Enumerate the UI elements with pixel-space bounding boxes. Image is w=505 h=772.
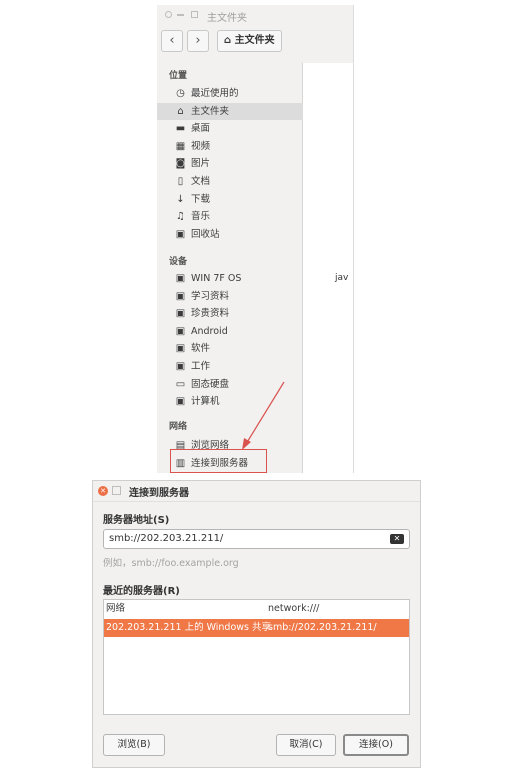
- file-manager-toolbar: ‹ › ⌂ 主文件夹: [157, 27, 353, 59]
- download-icon: ↓: [176, 193, 185, 205]
- drive-icon: ▣: [175, 361, 186, 372]
- drive-icon: ▣: [175, 343, 186, 355]
- sidebar-item-label: WIN 7F OS: [191, 273, 242, 284]
- home-icon: ⌂: [177, 105, 184, 117]
- sidebar-item[interactable]: ◷ 最近使用的: [157, 85, 303, 102]
- sidebar-item[interactable]: ▣ 珍贵资料: [157, 305, 303, 322]
- video-icon: ▦: [175, 140, 186, 152]
- document-icon: ▯: [177, 176, 184, 187]
- back-button[interactable]: ‹: [161, 30, 183, 52]
- drive-icon: ▣: [175, 308, 186, 320]
- camera-icon: ◙: [175, 158, 186, 170]
- section-network: 网络: [169, 422, 188, 432]
- connect-button[interactable]: 连接(O): [343, 734, 409, 756]
- drive-icon: ▣: [175, 290, 186, 302]
- close-icon[interactable]: [165, 11, 172, 18]
- sidebar-item-label: 文档: [191, 176, 211, 187]
- drive-icon: ▣: [175, 273, 186, 284]
- sidebar-item[interactable]: ⌂ 主文件夹: [157, 102, 303, 120]
- recent-servers-list[interactable]: 网络 network:/// 202.203.21.211 上的 Windows…: [103, 599, 410, 715]
- disk-icon: ▭: [175, 378, 186, 390]
- sidebar-item-label: 主文件夹: [191, 105, 230, 117]
- dialog-title: 连接到服务器: [129, 488, 189, 499]
- breadcrumb-home[interactable]: ⌂ 主文件夹: [217, 30, 282, 52]
- file-label[interactable]: jav: [335, 273, 348, 283]
- server-name: 202.203.21.211 上的 Windows 共享: [106, 622, 272, 633]
- sidebar-item-label: 下载: [191, 193, 211, 205]
- sidebar-item-label: 计算机: [191, 396, 220, 408]
- sidebar-item[interactable]: ▣ 学习资料: [157, 288, 303, 305]
- sidebar-item[interactable]: ▬ 桌面: [157, 120, 303, 137]
- chevron-left-icon: ‹: [169, 33, 175, 48]
- sidebar-item-label: 软件: [191, 343, 211, 355]
- annotation-arrow: [242, 381, 285, 450]
- list-item-selected[interactable]: 202.203.21.211 上的 Windows 共享 smb://202.2…: [104, 619, 409, 637]
- sidebar-item[interactable]: ▣ 软件: [157, 340, 303, 357]
- drive-icon: ▣: [175, 325, 186, 337]
- cancel-button[interactable]: 取消(C): [276, 734, 336, 756]
- server-uri: smb://202.203.21.211/: [268, 622, 377, 633]
- sidebar-item-label: 学习资料: [191, 290, 230, 302]
- window-title: 主文件夹: [207, 13, 247, 24]
- sidebar-item-label: 最近使用的: [191, 88, 239, 99]
- recent-servers-label: 最近的服务器(R): [103, 586, 180, 597]
- example-hint: 例如，smb://foo.example.org: [103, 558, 239, 569]
- server-address-input[interactable]: smb://202.203.21.211/ ✕: [103, 529, 410, 549]
- server-uri: network:///: [268, 603, 320, 614]
- highlight-box: [170, 449, 267, 473]
- music-icon: ♫: [176, 211, 185, 223]
- forward-button[interactable]: ›: [187, 30, 209, 52]
- sidebar-item[interactable]: ▦ 视频: [157, 138, 303, 155]
- sidebar-item[interactable]: ▣ WIN 7F OS: [157, 270, 303, 287]
- server-address-label: 服务器地址(S): [103, 515, 170, 526]
- file-manager-titlebar: 主文件夹: [157, 5, 353, 25]
- server-name: 网络: [106, 603, 126, 614]
- chevron-right-icon: ›: [195, 33, 201, 48]
- sidebar-item-label: 视频: [191, 140, 211, 152]
- sidebar-item-label: 音乐: [191, 211, 211, 223]
- dialog-titlebar: ✕ 连接到服务器: [93, 481, 420, 502]
- sidebar-item[interactable]: ▣ 工作: [157, 358, 303, 375]
- sidebar-item-label: 回收站: [191, 228, 220, 240]
- folder-icon: ▬: [175, 123, 186, 135]
- maximize-icon[interactable]: [191, 11, 198, 18]
- clear-icon[interactable]: ✕: [390, 534, 404, 544]
- sidebar-item[interactable]: ▣ Android: [157, 323, 303, 340]
- sidebar-item-label: Android: [191, 325, 228, 337]
- browse-button[interactable]: 浏览(B): [103, 734, 165, 756]
- sidebar-item-label: 桌面: [191, 123, 211, 135]
- sidebar-item-label: 固态硬盘: [191, 378, 230, 390]
- connect-server-dialog: ✕ 连接到服务器 服务器地址(S) smb://202.203.21.211/ …: [92, 480, 421, 768]
- home-icon: ⌂: [224, 35, 232, 46]
- sidebar-item-label: 珍贵资料: [191, 308, 230, 320]
- content-area[interactable]: jav: [303, 63, 353, 473]
- close-icon[interactable]: ✕: [98, 486, 108, 496]
- list-item[interactable]: 网络 network:///: [104, 600, 409, 618]
- server-address-value: smb://202.203.21.211/: [109, 533, 224, 544]
- section-places: 位置: [169, 71, 188, 81]
- section-devices: 设备: [169, 257, 188, 267]
- minimize-icon[interactable]: [177, 14, 184, 16]
- sidebar-item-label: 工作: [191, 361, 211, 372]
- drive-icon: ▣: [175, 396, 186, 408]
- breadcrumb-label: 主文件夹: [234, 35, 275, 46]
- clock-icon: ◷: [176, 88, 185, 99]
- sidebar-item[interactable]: ↓ 下载: [157, 191, 303, 208]
- sidebar-item[interactable]: ♫ 音乐: [157, 208, 303, 225]
- sidebar-item[interactable]: ▯ 文档: [157, 173, 303, 190]
- maximize-icon[interactable]: [112, 486, 121, 495]
- sidebar-item[interactable]: ▣ 回收站: [157, 226, 303, 243]
- trash-icon: ▣: [175, 228, 186, 240]
- sidebar-item-label: 图片: [191, 158, 211, 170]
- sidebar-item[interactable]: ◙ 图片: [157, 155, 303, 172]
